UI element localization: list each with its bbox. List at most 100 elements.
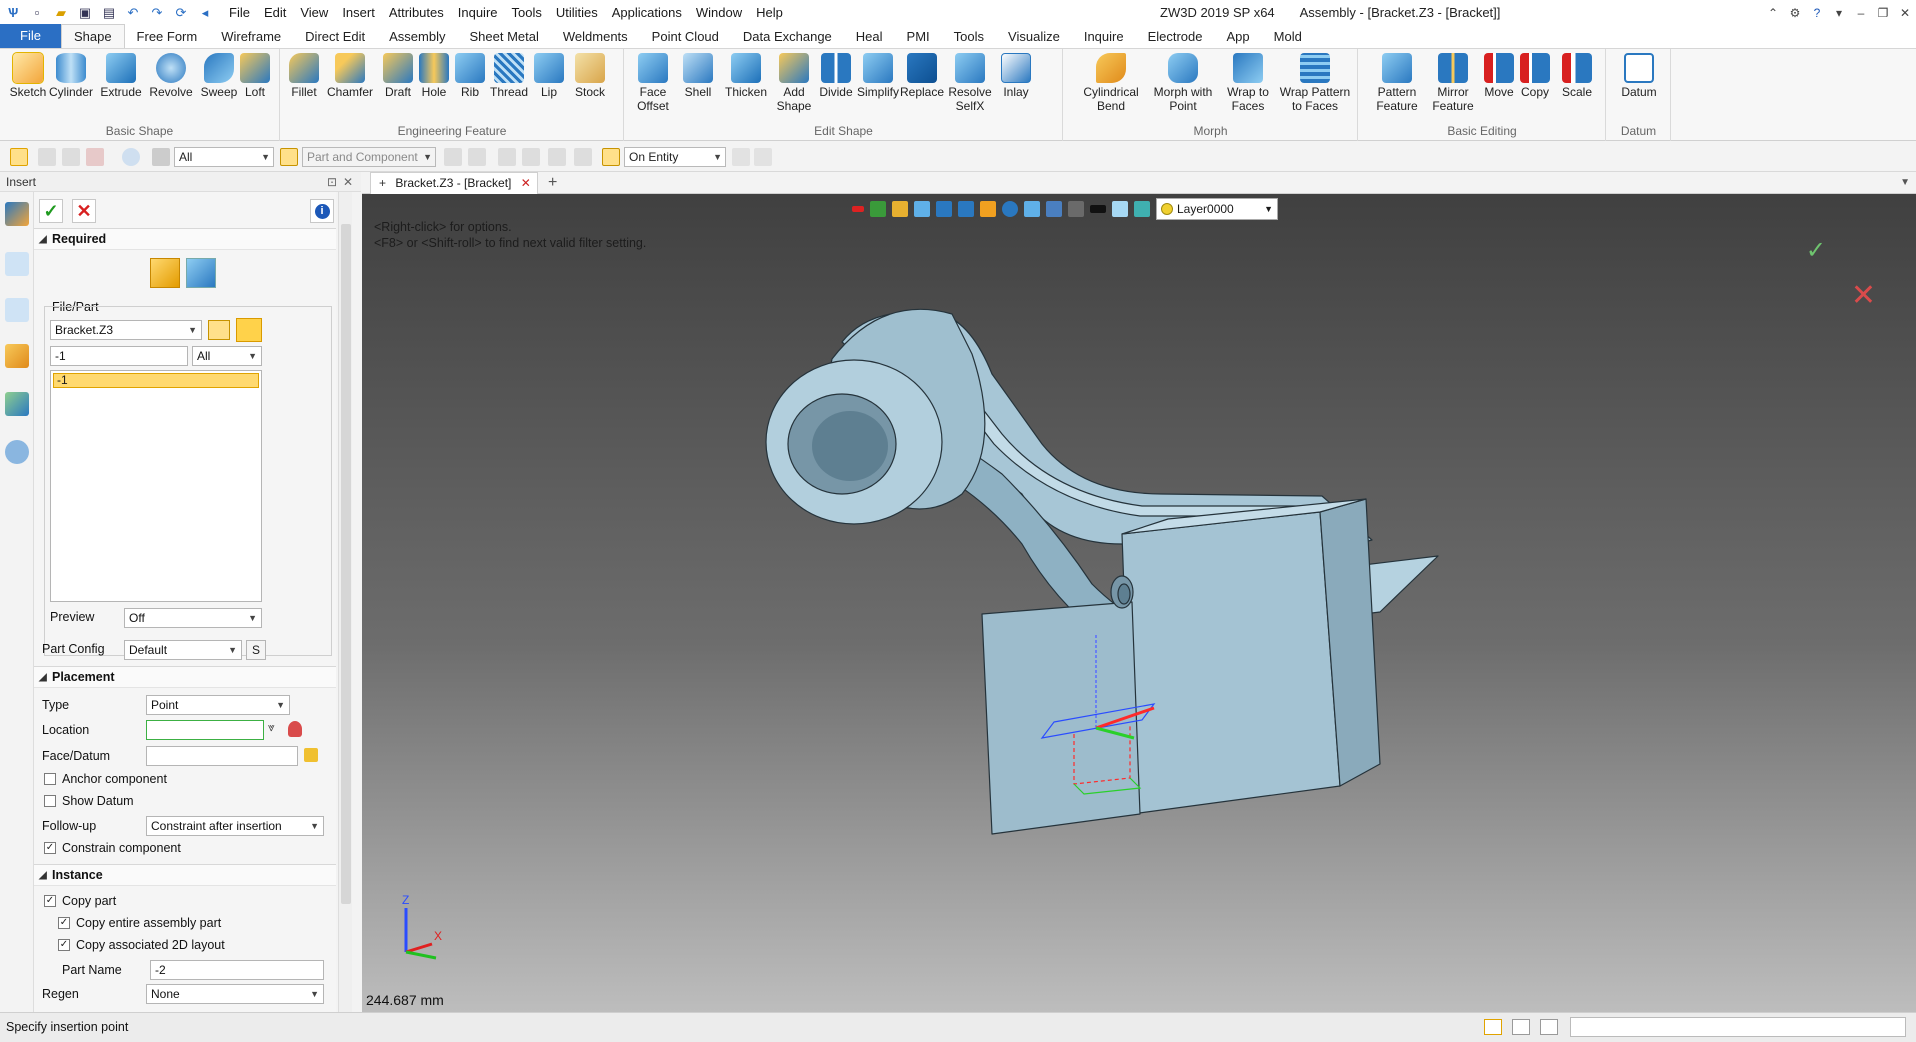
copy-entire-checkbox[interactable]: ✓ <box>58 917 70 929</box>
dropdown-icon[interactable]: ▾ <box>1828 6 1850 20</box>
snap-tool-1-icon[interactable] <box>732 148 750 166</box>
tab-shape[interactable]: Shape <box>60 24 125 48</box>
tab-sheet-metal[interactable]: Sheet Metal <box>458 26 551 48</box>
toolbar-tool-5-icon[interactable] <box>548 148 566 166</box>
fillet-button[interactable]: Fillet <box>281 53 327 99</box>
preview-combo[interactable]: Off ▼ <box>124 608 262 628</box>
toolbar-tool-3-icon[interactable] <box>498 148 516 166</box>
menu-utilities[interactable]: Utilities <box>549 0 605 25</box>
section-placement[interactable]: ◢ Placement <box>34 666 336 688</box>
toolbar-tool-4-icon[interactable] <box>522 148 540 166</box>
toolbar-tool-2-icon[interactable] <box>468 148 486 166</box>
part-list[interactable]: -1 <box>50 370 262 602</box>
doc-tab-bracket[interactable]: + Bracket.Z3 - [Bracket] ✕ <box>370 172 538 194</box>
lip-button[interactable]: Lip <box>526 53 572 99</box>
copy-part-checkbox[interactable]: ✓ <box>44 895 56 907</box>
menu-view[interactable]: View <box>293 0 335 25</box>
doc-tab-close-icon[interactable]: ✕ <box>521 176 531 190</box>
tab-app[interactable]: App <box>1215 26 1262 48</box>
constrain-component-checkbox[interactable]: ✓ <box>44 842 56 854</box>
face-datum-input[interactable] <box>146 746 298 766</box>
simplify-button[interactable]: Simplify <box>855 53 901 99</box>
part-config-combo[interactable]: Default ▼ <box>124 640 242 660</box>
scrollbar-thumb[interactable] <box>341 224 351 904</box>
copy-2d-checkbox[interactable]: ✓ <box>58 939 70 951</box>
new-file-icon[interactable]: ▫ <box>28 4 46 22</box>
box-select-icon[interactable] <box>86 148 104 166</box>
menu-tools[interactable]: Tools <box>505 0 549 25</box>
save-icon[interactable]: ▣ <box>76 4 94 22</box>
repeat-icon[interactable]: ⟳ <box>172 4 190 22</box>
print-icon[interactable]: ▤ <box>100 4 118 22</box>
part-type-combo[interactable]: All ▼ <box>192 346 262 366</box>
filter-combo[interactable]: All ▼ <box>174 147 274 167</box>
panel-close-icon[interactable]: ✕ <box>343 172 353 192</box>
back-arrow-icon[interactable]: ◂ <box>196 4 214 22</box>
status-display-icon[interactable] <box>1512 1019 1530 1035</box>
close-icon[interactable]: ✕ <box>1894 6 1916 20</box>
location-pick-icon[interactable] <box>288 721 302 737</box>
cancel-button[interactable]: ✕ <box>72 199 96 223</box>
scale-button[interactable]: Scale <box>1557 53 1597 99</box>
part-component-combo[interactable]: Part and Component ▼ <box>302 147 436 167</box>
minimize-icon[interactable]: – <box>1850 6 1872 20</box>
ribbon-minimize-icon[interactable]: ⌃ <box>1762 6 1784 20</box>
status-layout-icon[interactable] <box>1484 1019 1502 1035</box>
part-tab-icon[interactable] <box>5 344 29 368</box>
menu-applications[interactable]: Applications <box>605 0 689 25</box>
copy-button[interactable]: Copy <box>1515 53 1555 99</box>
divide-button[interactable]: Divide <box>813 53 859 99</box>
panel-collapse-strip[interactable] <box>352 192 362 1012</box>
tab-mold[interactable]: Mold <box>1262 26 1314 48</box>
redo-icon[interactable]: ↷ <box>148 4 166 22</box>
insert-from-file-icon[interactable] <box>186 258 216 288</box>
resolve-selfx-button[interactable]: Resolve SelfX <box>947 53 993 113</box>
datum-button[interactable]: Datum <box>1616 53 1662 99</box>
chamfer-button[interactable]: Chamfer <box>327 53 373 99</box>
snap-tool-2-icon[interactable] <box>754 148 772 166</box>
tab-point-cloud[interactable]: Point Cloud <box>640 26 731 48</box>
tab-electrode[interactable]: Electrode <box>1136 26 1215 48</box>
tab-weldments[interactable]: Weldments <box>551 26 640 48</box>
menu-help[interactable]: Help <box>749 0 790 25</box>
insert-component-icon[interactable] <box>150 258 180 288</box>
tab-pmi[interactable]: PMI <box>895 26 942 48</box>
section-instance[interactable]: ◢ Instance <box>34 864 336 886</box>
morph-with-point-button[interactable]: Morph with Point <box>1150 53 1216 113</box>
browse-folder-icon[interactable] <box>208 320 230 340</box>
insert-tab-icon[interactable] <box>5 202 29 226</box>
wrap-pattern-to-faces-button[interactable]: Wrap Pattern to Faces <box>1276 53 1354 113</box>
command-input[interactable] <box>1570 1017 1906 1037</box>
menu-attributes[interactable]: Attributes <box>382 0 451 25</box>
location-input[interactable] <box>146 720 264 740</box>
face-offset-button[interactable]: Face Offset <box>630 53 676 113</box>
view-tab-icon[interactable] <box>5 392 29 416</box>
loft-button[interactable]: Loft <box>232 53 278 99</box>
thicken-button[interactable]: Thicken <box>723 53 769 99</box>
type-combo[interactable]: Point ▼ <box>146 695 290 715</box>
stock-button[interactable]: Stock <box>567 53 613 99</box>
part-filter-input[interactable]: -1 <box>50 346 188 366</box>
pattern-feature-button[interactable]: Pattern Feature <box>1369 53 1425 113</box>
info-button[interactable]: i <box>310 199 334 223</box>
pick-arrow-icon[interactable] <box>10 148 28 166</box>
menu-insert[interactable]: Insert <box>335 0 382 25</box>
undo-icon[interactable]: ↶ <box>124 4 142 22</box>
polygon-select-icon[interactable] <box>122 148 140 166</box>
history-tab-icon[interactable] <box>5 252 29 276</box>
menu-file[interactable]: File <box>222 0 257 25</box>
pick-filter-icon[interactable] <box>38 148 56 166</box>
assembly-tab-icon[interactable] <box>5 298 29 322</box>
help-icon[interactable]: ? <box>1806 6 1828 20</box>
mirror-feature-button[interactable]: Mirror Feature <box>1425 53 1481 113</box>
tab-data-exchange[interactable]: Data Exchange <box>731 26 844 48</box>
user-tab-icon[interactable] <box>5 440 29 464</box>
tab-tools[interactable]: Tools <box>942 26 996 48</box>
add-shape-button[interactable]: Add Shape <box>771 53 817 113</box>
tab-visualize[interactable]: Visualize <box>996 26 1072 48</box>
deselect-icon[interactable] <box>62 148 80 166</box>
menu-inquire[interactable]: Inquire <box>451 0 505 25</box>
3d-viewport[interactable]: <Right-click> for options. <F8> or <Shif… <box>362 194 1916 1012</box>
tab-free-form[interactable]: Free Form <box>125 26 210 48</box>
filter-icon[interactable] <box>152 148 170 166</box>
